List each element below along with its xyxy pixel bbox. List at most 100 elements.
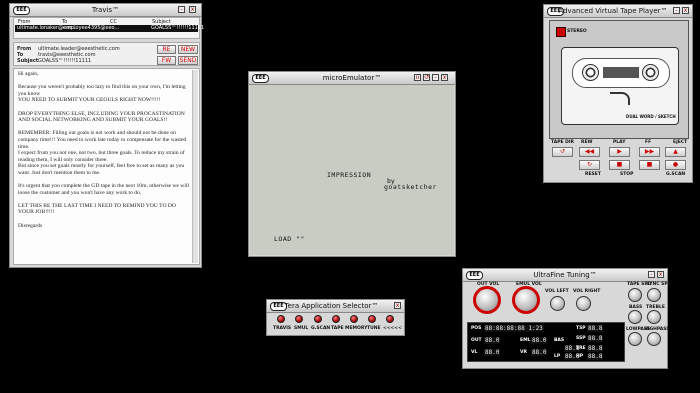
- mail-row-selected[interactable]: ultimate.lonaker@eeo... employee4395@eeo…: [15, 25, 204, 32]
- fast-forward-button[interactable]: ▶▶: [639, 147, 660, 157]
- app-travis-button[interactable]: [277, 315, 285, 323]
- transport-panel: TAPE DIR REW PLAY FF EJECT ↺ ◀◀ ▶ ▶▶ ▲ ↻…: [549, 140, 689, 181]
- close-icon[interactable]: x: [441, 74, 448, 81]
- minimize-icon[interactable]: -: [648, 271, 655, 278]
- vr-label: VR: [520, 350, 527, 355]
- tape-titlebar[interactable]: EEE Advanced Virtual Tape Player™ - x: [544, 5, 692, 18]
- pos-label: POS: [471, 326, 482, 331]
- tre-label: TRE: [576, 346, 586, 351]
- tape-dir-label: TAPE DIR: [551, 140, 575, 145]
- app-tune-button[interactable]: [368, 315, 376, 323]
- selector-titlebar[interactable]: EEE Tera Application Selector™ x: [267, 300, 404, 313]
- mail-body-line: It's urgent that you complete the GD tap…: [18, 183, 190, 196]
- new-button[interactable]: NEW: [178, 45, 198, 54]
- record-button[interactable]: ●: [665, 160, 686, 170]
- app-tape-label: TAPE: [331, 326, 344, 331]
- app-memory-button[interactable]: [350, 315, 358, 323]
- tuning-window: EEE UltraFine Tuning™ - x OUT VOL EMUL V…: [462, 268, 671, 369]
- vol-left-label: VOL LEFT: [545, 289, 569, 294]
- reply-button[interactable]: RE: [157, 45, 176, 54]
- mail-scrollbar[interactable]: [192, 70, 198, 263]
- send-button[interactable]: SEND: [178, 56, 198, 65]
- eject-button[interactable]: ▲: [665, 147, 686, 157]
- mail-body-text: Hi again, Because you weren't probably t…: [18, 71, 190, 229]
- pos-readout: 88:88:88:88 1:23: [484, 325, 544, 332]
- subject-label: Subject: [17, 58, 39, 64]
- mail-body-line: [18, 196, 190, 203]
- stop-button[interactable]: ■: [609, 160, 630, 170]
- stop-label: STOP: [620, 172, 634, 177]
- mail-body-line: [18, 216, 190, 223]
- highpass-knob[interactable]: [647, 332, 661, 346]
- close-icon[interactable]: x: [657, 271, 664, 278]
- cassette-bay: STEREO DUAL WORD / SKETCH: [549, 20, 689, 139]
- close-icon[interactable]: x: [682, 7, 689, 14]
- vol-right-knob[interactable]: [576, 296, 591, 311]
- treble-knob[interactable]: [647, 310, 661, 324]
- reset-button[interactable]: ↻: [579, 160, 600, 170]
- travis-window: EEE Travis™ - x From To CC Subject ultim…: [9, 3, 204, 268]
- stereo-indicator: [556, 27, 566, 37]
- selector-title: Tera Application Selector™: [284, 302, 379, 310]
- cassette-tape[interactable]: DUAL WORD / SKETCH: [561, 47, 679, 125]
- play-label: PLAY: [613, 140, 626, 145]
- app-back-label: <<<<<: [383, 326, 402, 331]
- vr-readout: 88.0: [531, 349, 548, 356]
- mail-header: From ultimate.leader@eeesthetic.com To t…: [13, 42, 200, 66]
- emul-vol-knob[interactable]: [512, 286, 540, 314]
- tre-readout: 88.8: [587, 345, 604, 352]
- close-icon[interactable]: x: [189, 6, 196, 13]
- travis-titlebar[interactable]: EEE Travis™ - x: [10, 4, 201, 17]
- eml-label: EML: [520, 338, 531, 343]
- mail-list: From To CC Subject ultimate.lonaker@eeo.…: [13, 17, 204, 39]
- minimize-icon[interactable]: -: [673, 7, 680, 14]
- pause-button[interactable]: ■: [639, 160, 660, 170]
- vl-label: VL: [471, 350, 478, 355]
- mail-body[interactable]: Hi again, Because you weren't probably t…: [13, 68, 200, 265]
- out-vol-knob[interactable]: [473, 286, 501, 314]
- mail-body-line: YOU NEED TO SUBMIT YOUR GEOULS RIGHT NOW…: [18, 97, 161, 104]
- emulator-titlebar[interactable]: EEE microEmulator™ ıı ↺ - x: [249, 72, 455, 85]
- reset-icon[interactable]: ↺: [423, 74, 430, 81]
- right-reel-icon: [642, 64, 659, 81]
- emulator-window: EEE microEmulator™ ıı ↺ - x IMPRESSION b…: [248, 71, 456, 257]
- app-gscan-label: G.SCAN: [311, 326, 331, 331]
- row-to: employee4395@eeo...: [63, 25, 120, 31]
- app-smul-label: SMUL: [294, 326, 309, 331]
- gscan-label: G.SCAN: [666, 172, 686, 177]
- left-reel-icon: [582, 64, 599, 81]
- hp-label: HP: [576, 354, 584, 359]
- cassette-window: [572, 58, 670, 88]
- app-gscan-button[interactable]: [314, 315, 322, 323]
- tuning-titlebar[interactable]: EEE UltraFine Tuning™ - x: [463, 269, 667, 282]
- lowpass-knob[interactable]: [628, 332, 642, 346]
- screen-line-title: IMPRESSION: [327, 171, 372, 179]
- mail-body-line: LET THIS BE THE LAST TIME I NEED TO REMI…: [18, 202, 176, 216]
- stereo-label: STEREO: [567, 29, 587, 34]
- play-button[interactable]: ▶: [609, 147, 630, 157]
- app-back-button[interactable]: [386, 315, 394, 323]
- cassette-label: DUAL WORD / SKETCH: [626, 114, 676, 119]
- reset-label: RESET: [585, 172, 601, 177]
- screen-line-author: goatsketcher: [384, 183, 437, 191]
- ssp-readout: 88.8: [587, 335, 604, 342]
- bass-knob[interactable]: [628, 310, 642, 324]
- pause-icon[interactable]: ıı: [414, 74, 421, 81]
- lp-label: LP: [554, 354, 561, 359]
- highpass-label: HIGHPASS: [644, 327, 670, 332]
- app-tape-button[interactable]: [332, 315, 340, 323]
- ssp-label: SSP: [576, 336, 586, 341]
- tape-dir-button[interactable]: ↺: [552, 147, 573, 157]
- rewind-button[interactable]: ◀◀: [579, 147, 600, 157]
- bas-label: BAS: [554, 338, 565, 343]
- app-smul-button[interactable]: [295, 315, 303, 323]
- forward-button[interactable]: FW: [157, 56, 176, 65]
- emulator-screen[interactable]: IMPRESSION by goatsketcher LOAD "": [250, 85, 454, 255]
- minimize-icon[interactable]: -: [178, 6, 185, 13]
- tape-spd-knob[interactable]: [628, 288, 642, 302]
- vol-left-knob[interactable]: [550, 296, 565, 311]
- tuning-title: UltraFine Tuning™: [533, 271, 597, 279]
- minimize-icon[interactable]: -: [432, 74, 439, 81]
- sync-spd-knob[interactable]: [647, 288, 661, 302]
- close-icon[interactable]: x: [394, 302, 401, 309]
